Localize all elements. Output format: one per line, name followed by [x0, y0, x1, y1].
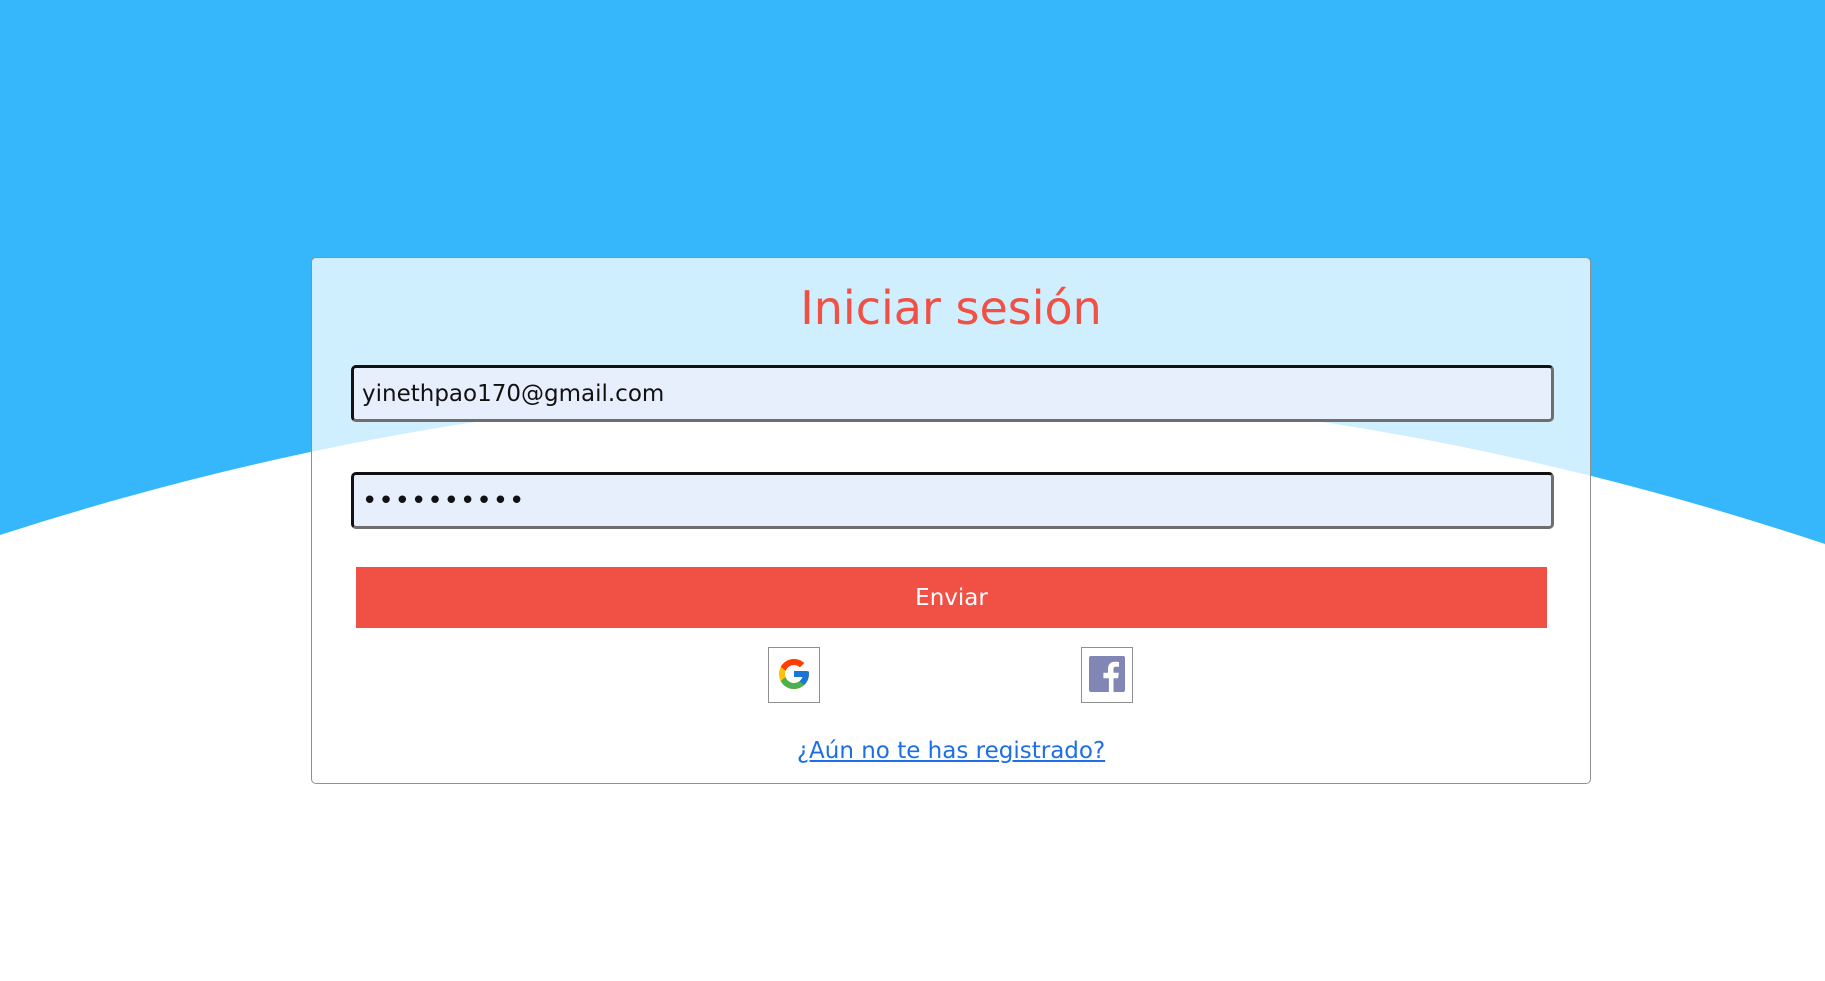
facebook-login-button[interactable]	[1081, 647, 1133, 703]
password-field[interactable]	[351, 472, 1554, 529]
google-login-button[interactable]	[768, 647, 820, 703]
register-link[interactable]: ¿Aún no te has registrado?	[312, 738, 1590, 764]
google-icon	[776, 656, 812, 695]
facebook-icon	[1089, 655, 1125, 695]
email-field[interactable]	[351, 365, 1554, 422]
login-card: Iniciar sesión Enviar ¿Aún no te has reg…	[311, 257, 1591, 784]
submit-button[interactable]: Enviar	[356, 567, 1547, 628]
page-title: Iniciar sesión	[800, 281, 1102, 335]
